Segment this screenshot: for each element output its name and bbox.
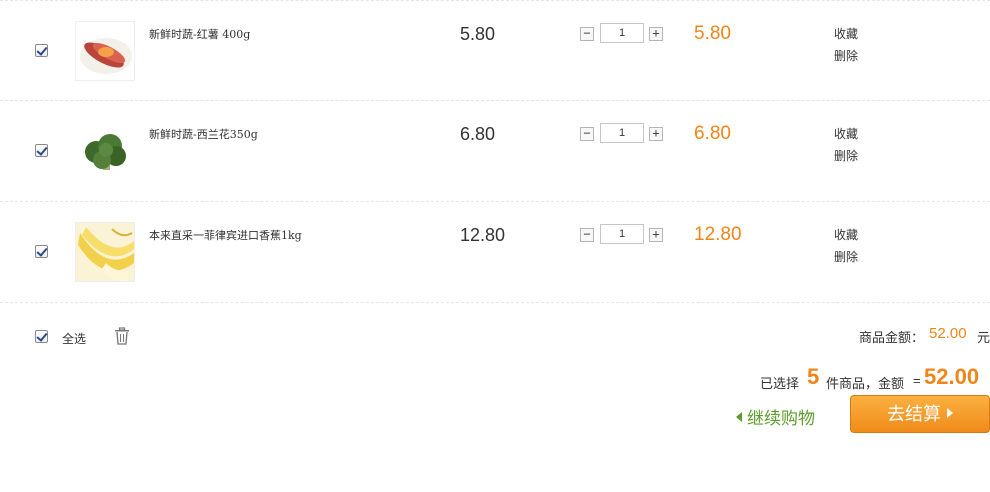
cart-row: 新鲜时蔬-红薯 400g 5.80 − 1 + 5.80 收藏 删除 [0,0,990,101]
total-amount: 52.00 [924,364,980,389]
quantity-plus-button[interactable]: + [649,27,663,41]
item-checkbox[interactable] [35,144,48,157]
delete-link[interactable]: 删除 [834,147,858,164]
goods-total-value: 52.00 [929,325,967,342]
favorite-link[interactable]: 收藏 [834,125,858,142]
item-subtotal: 5.80 [694,23,731,44]
quantity-input[interactable]: 1 [600,123,644,143]
continue-shopping-label: 继续购物 [747,409,815,428]
continue-shopping-link[interactable]: 继续购物 [736,404,815,429]
favorite-link[interactable]: 收藏 [834,25,858,42]
delete-link[interactable]: 删除 [834,248,858,265]
quantity-minus-button[interactable]: − [580,27,594,41]
item-checkbox[interactable] [35,245,48,258]
select-all-checkbox[interactable] [35,330,48,343]
quantity-input[interactable]: 1 [600,23,644,43]
select-all-label[interactable]: 全选 [62,330,86,347]
quantity-plus-button[interactable]: + [649,127,663,141]
selected-prefix: 已选择 [760,376,800,391]
unit-price: 5.80 [460,24,496,44]
item-checkbox[interactable] [35,44,48,57]
unit-price: 6.80 [460,124,496,144]
product-name[interactable]: 本来直采一菲律宾进口香蕉1kg [149,227,302,243]
trash-icon[interactable] [114,327,130,345]
checkout-label: 去结算 [887,404,941,424]
broccoli-image[interactable] [75,121,135,181]
unit-price: 12.80 [460,225,506,245]
delete-link[interactable]: 删除 [834,47,858,64]
arrow-left-icon [736,412,742,422]
selected-count: 5 [807,364,820,389]
cart-row: 本来直采一菲律宾进口香蕉1kg 12.80 − 1 + 12.80 收藏 删除 [0,202,990,303]
goods-total-label: 商品金额： [859,330,925,345]
arrow-right-icon [947,408,953,418]
product-name[interactable]: 新鲜时蔬-西兰花350g [149,126,258,142]
favorite-link[interactable]: 收藏 [834,226,858,243]
quantity-minus-button[interactable]: − [580,127,594,141]
cart-row: 新鲜时蔬-西兰花350g 6.80 − 1 + 6.80 收藏 删除 [0,101,990,202]
product-name[interactable]: 新鲜时蔬-红薯 400g [149,26,250,42]
goods-total-unit: 元 [977,330,990,345]
sweet-potato-image[interactable] [75,21,135,81]
quantity-input[interactable]: 1 [600,224,644,244]
amount-equals: = [913,373,921,388]
checkout-button[interactable]: 去结算 [850,395,990,433]
item-subtotal: 6.80 [694,123,731,144]
quantity-plus-button[interactable]: + [649,228,663,242]
item-subtotal: 12.80 [694,224,742,245]
quantity-minus-button[interactable]: − [580,228,594,242]
selected-suffix: 件商品，金额 [826,376,905,391]
banana-image[interactable] [75,222,135,282]
